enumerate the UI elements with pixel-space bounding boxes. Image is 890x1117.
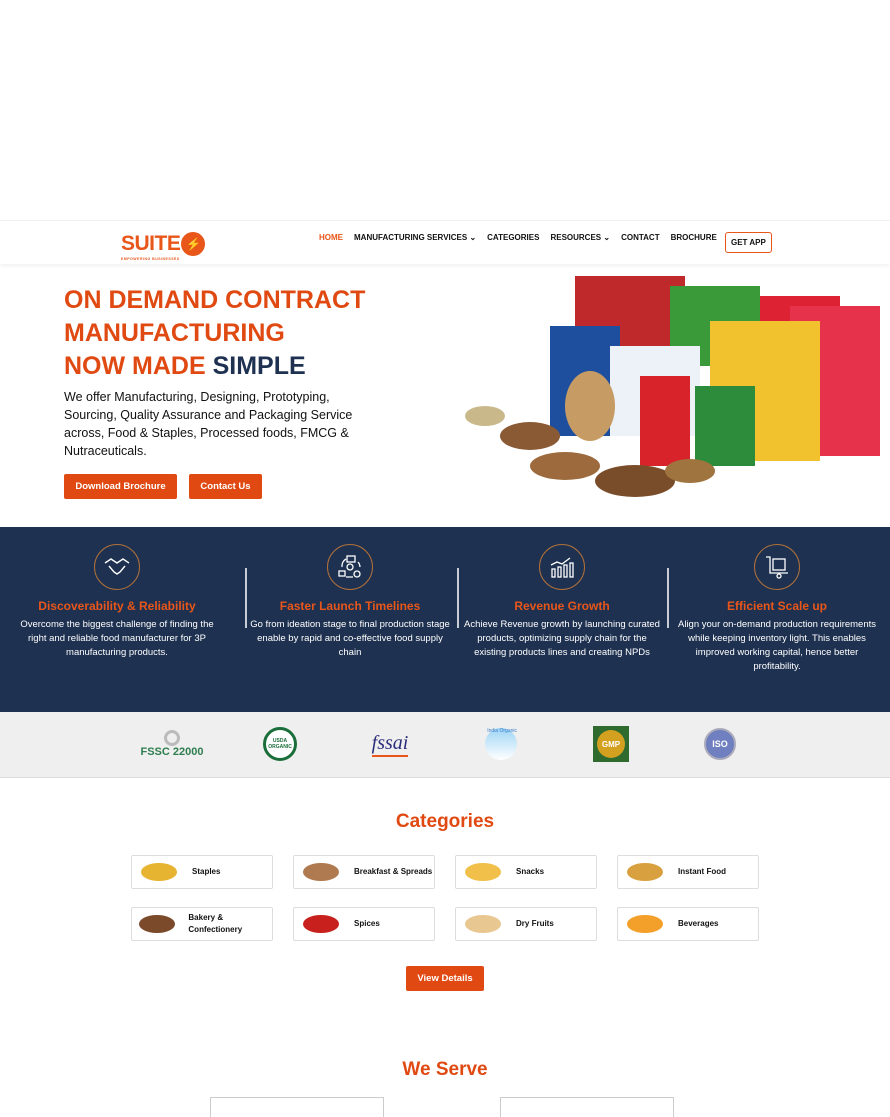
hero-description: We offer Manufacturing, Designing, Proto… — [64, 390, 353, 458]
nav-contact[interactable]: CONTACT — [621, 233, 660, 242]
spices-image — [298, 910, 344, 938]
categories-title: Categories — [395, 811, 495, 832]
category-breakfast-spreads[interactable]: Breakfast & Spreads — [293, 855, 435, 889]
category-label: Spices — [354, 919, 380, 928]
supply-chain-icon — [327, 544, 373, 590]
certifications-bar: FSSC 22000 USDA ORGANIC fssai India Orga… — [0, 712, 890, 778]
food-products-image — [465, 276, 880, 497]
view-details-button[interactable]: View Details — [406, 966, 484, 991]
category-staples[interactable]: Staples — [131, 855, 273, 889]
top-navigation: SUITE ⚡ EMPOWERING BUSINESSES HOME MANUFAC… — [0, 220, 890, 264]
category-label: Snacks — [516, 867, 545, 876]
category-instant-food[interactable]: Instant Food — [617, 855, 759, 889]
category-label: Breakfast & Spreads — [354, 867, 433, 876]
serve-card[interactable] — [210, 1097, 384, 1117]
nav-home[interactable]: HOME — [319, 233, 343, 242]
divider — [667, 568, 669, 628]
dry-fruits-image — [460, 910, 506, 938]
chevron-down-icon: ⌄ — [603, 233, 611, 242]
feature-revenue: Revenue Growth Achieve Revenue growth by… — [462, 544, 662, 660]
category-bakery-confectionery[interactable]: Bakery & Confectionery — [131, 907, 273, 941]
growth-chart-icon — [539, 544, 585, 590]
category-beverages[interactable]: Beverages — [617, 907, 759, 941]
staples-image — [136, 858, 182, 886]
divider — [245, 568, 247, 628]
gmp-logo: GMP — [593, 726, 629, 762]
category-snacks[interactable]: Snacks — [455, 855, 597, 889]
category-label: Instant Food — [678, 867, 726, 876]
category-label: Dry Fruits — [516, 919, 554, 928]
category-spices[interactable]: Spices — [293, 907, 435, 941]
category-label: Bakery & Confectionery — [188, 913, 243, 934]
nav-brochure[interactable]: BROCHURE — [671, 233, 717, 242]
fssc-logo: FSSC 22000 — [136, 726, 208, 762]
feature-discoverability: Discoverability & Reliability Overcome t… — [17, 544, 217, 660]
handshake-icon — [94, 544, 140, 590]
get-app-button[interactable]: GET APP — [725, 232, 772, 253]
divider — [457, 568, 459, 628]
category-dry-fruits[interactable]: Dry Fruits — [455, 907, 597, 941]
main-menu: HOME MANUFACTURING SERVICES ⌄ CATEGORIES… — [319, 233, 717, 242]
category-label: Staples — [192, 867, 221, 876]
fssc-emblem-icon — [164, 730, 180, 746]
instant-food-image — [622, 858, 668, 886]
we-serve-title: We Serve — [402, 1059, 488, 1080]
lightning-icon: ⚡ — [181, 232, 206, 256]
snacks-image — [460, 858, 506, 886]
fssai-logo: fssai — [362, 726, 418, 762]
nav-categories[interactable]: CATEGORIES — [487, 233, 539, 242]
features-band: Discoverability & Reliability Overcome t… — [0, 527, 890, 713]
suite-logo[interactable]: SUITE ⚡ EMPOWERING BUSINESSES — [121, 232, 206, 261]
beverages-image — [622, 910, 668, 938]
nav-resources[interactable]: RESOURCES ⌄ — [550, 233, 610, 242]
india-organic-logo: India Organic — [480, 726, 522, 762]
feature-launch: Faster Launch Timelines Go from ideation… — [250, 544, 450, 660]
nav-manufacturing-services[interactable]: MANUFACTURING SERVICES ⌄ — [354, 233, 476, 242]
category-label: Beverages — [678, 919, 719, 928]
contact-us-button[interactable]: Contact Us — [189, 474, 262, 499]
usda-organic-logo: USDA ORGANIC — [262, 726, 298, 762]
download-brochure-button[interactable]: Download Brochure — [64, 474, 177, 499]
iso-logo: ISO — [703, 726, 737, 762]
chevron-down-icon: ⌄ — [469, 233, 477, 242]
breakfast-spreads-image — [298, 858, 344, 886]
trolley-icon — [754, 544, 800, 590]
bakery-confectionery-image — [136, 910, 178, 938]
hero-heading: ON DEMAND CONTRACT MANUFACTURING NOW MAD… — [64, 286, 366, 380]
serve-card[interactable] — [500, 1097, 674, 1117]
feature-scale-up: Efficient Scale up Align your on-demand … — [677, 544, 877, 674]
